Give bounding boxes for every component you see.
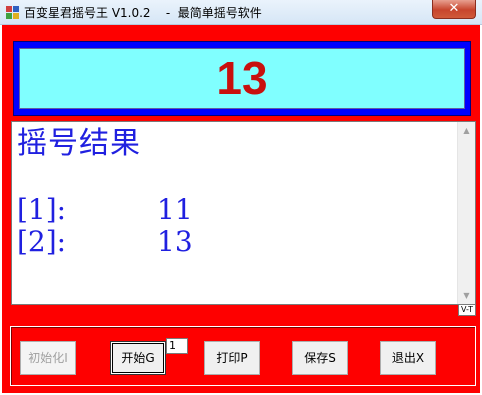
exit-button[interactable]: 退出X (380, 341, 436, 375)
title-bar: 百变星君摇号王 V1.0.2 - 最简单摇号软件 ✕ (0, 0, 482, 25)
app-icon (6, 6, 19, 19)
close-icon: ✕ (448, 1, 460, 16)
number-display-frame: 13 (13, 41, 471, 116)
button-panel: 初始化I 开始G 1 打印P 保存S 退出X (10, 326, 476, 386)
window-title: 百变星君摇号王 V1.0.2 - 最简单摇号软件 (24, 6, 262, 20)
count-input[interactable]: 1 (166, 338, 188, 354)
result-textarea[interactable]: 摇号结果 [1]: 11 [2]: 13 ▲ ▼ (11, 121, 476, 305)
init-button[interactable]: 初始化I (20, 341, 76, 375)
scroll-down-icon[interactable]: ▼ (458, 287, 475, 304)
vertical-scrollbar[interactable]: ▲ ▼ (457, 122, 475, 304)
result-index: [2]: (17, 225, 67, 258)
start-button[interactable]: 开始G (110, 341, 166, 375)
result-heading: 摇号结果 (17, 126, 141, 161)
number-display: 13 (19, 48, 465, 109)
print-button[interactable]: 打印P (204, 341, 260, 375)
close-button[interactable]: ✕ (432, 0, 476, 19)
corner-label: V-T (458, 304, 476, 316)
result-row: [1]: 11 (17, 194, 193, 226)
save-button[interactable]: 保存S (292, 341, 348, 375)
result-value: 13 (157, 225, 193, 258)
result-row: [2]: 13 (17, 226, 193, 258)
main-panel: 13 摇号结果 [1]: 11 [2]: 13 ▲ ▼ V-T 初始化I 开始G 1… (2, 25, 480, 393)
result-content: 摇号结果 [1]: 11 [2]: 13 (17, 122, 193, 258)
result-index: [1]: (17, 193, 67, 226)
result-value: 11 (157, 193, 193, 226)
current-number: 13 (216, 52, 268, 104)
scroll-up-icon[interactable]: ▲ (458, 122, 475, 139)
